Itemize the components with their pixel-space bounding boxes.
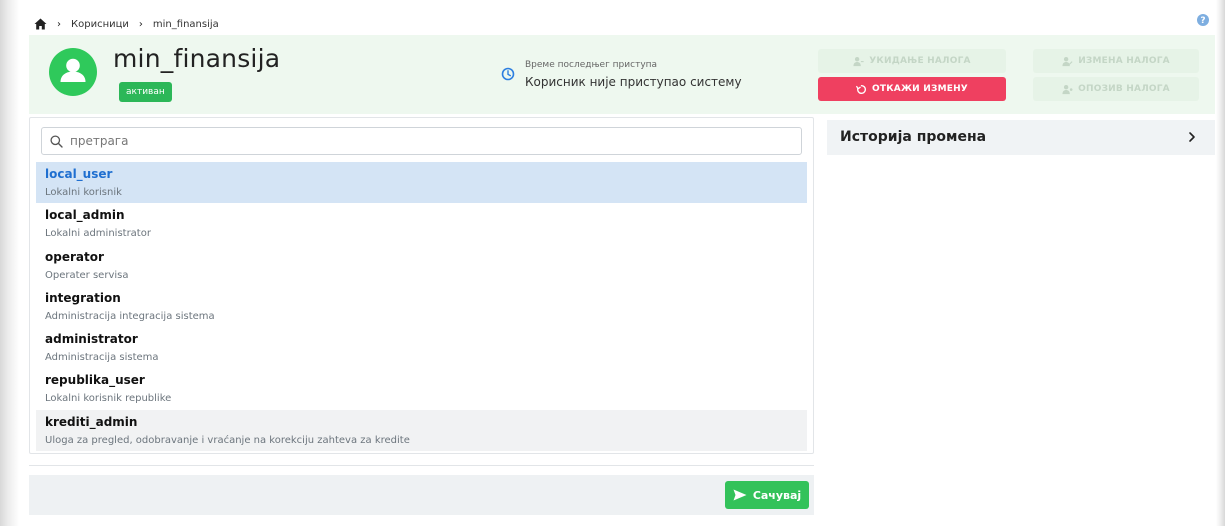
clock-icon <box>501 67 515 81</box>
user-edit-icon <box>1062 56 1073 66</box>
footer-bar: Сачувај <box>29 475 814 515</box>
cancel-account-button[interactable]: УКИДАЊЕ НАЛОГА <box>818 49 1006 73</box>
role-list: local_user Lokalni korisnik local_admin Lok… <box>36 162 807 452</box>
app-window: › Корисници › min_finansija ? min_finans… <box>0 0 1225 526</box>
svg-text:?: ? <box>1200 16 1205 26</box>
chevron-right-icon[interactable] <box>1187 131 1197 143</box>
undo-icon <box>856 84 867 94</box>
search-box[interactable] <box>41 127 802 155</box>
role-list-item[interactable]: republika_user Lokalni korisnik republike <box>36 368 807 409</box>
user-revoke-icon <box>1062 84 1073 94</box>
role-name: local_user <box>45 167 113 181</box>
breadcrumb-separator: › <box>138 18 143 30</box>
role-description: Operater servisa <box>45 269 129 281</box>
role-name: republika_user <box>45 373 145 388</box>
window-shadow-right <box>1216 0 1225 526</box>
role-list-item[interactable]: administrator Administracija sistema <box>36 327 807 368</box>
user-avatar <box>49 48 97 96</box>
role-description: Administracija sistema <box>45 352 159 364</box>
cancel-change-label: ОТКАЖИ ИЗМЕНУ <box>872 84 968 94</box>
search-icon <box>50 135 63 148</box>
role-description: Lokalni korisnik republike <box>45 393 172 405</box>
breadcrumb-users-link[interactable]: Корисници <box>71 19 129 30</box>
breadcrumb-separator: › <box>57 18 61 30</box>
status-badge: активан <box>119 82 172 102</box>
roles-panel: local_user Lokalni korisnik local_admin Lok… <box>29 117 814 454</box>
user-header: min_finansija активан Време последњег пр… <box>29 35 1215 114</box>
role-name: operator <box>45 249 104 264</box>
role-description: Lokalni korisnik <box>45 187 122 198</box>
role-name: local_admin <box>45 208 125 223</box>
last-access-value: Корисник није приступао систему <box>525 75 742 89</box>
history-title: Историја промена <box>840 129 987 145</box>
role-list-item[interactable]: local_admin Lokalni administrator <box>36 203 807 244</box>
history-panel[interactable]: Историја промена <box>827 120 1215 155</box>
role-list-item[interactable]: operator Operater servisa <box>36 245 807 286</box>
role-name: integration <box>45 290 121 305</box>
help-icon[interactable]: ? <box>1197 14 1209 26</box>
send-icon <box>733 489 747 501</box>
save-label: Сачувај <box>752 488 802 502</box>
role-list-item[interactable]: integration Administracija integracija si… <box>36 286 807 327</box>
breadcrumb-current: min_finansija <box>152 18 219 30</box>
role-name: administrator <box>45 332 138 347</box>
role-description: Lokalni administrator <box>45 228 151 240</box>
cancel-change-button[interactable]: ОТКАЖИ ИЗМЕНУ <box>818 77 1006 101</box>
search-input[interactable] <box>70 131 790 151</box>
role-description: Administracija integracija sistema <box>45 310 215 322</box>
window-shadow-left <box>0 0 19 526</box>
edit-account-label: ИЗМЕНА НАЛОГА <box>1078 56 1170 66</box>
edit-account-button[interactable]: ИЗМЕНА НАЛОГА <box>1033 49 1199 73</box>
revoke-account-label: ОПОЗИВ НАЛОГА <box>1078 84 1170 94</box>
breadcrumb: › Корисници › min_finansija <box>34 16 219 32</box>
user-avatar-icon <box>60 58 86 82</box>
last-access-label: Време последњег приступа <box>525 60 658 70</box>
user-name: min_finansija <box>113 44 281 73</box>
user-remove-icon <box>853 56 864 66</box>
role-list-item[interactable]: local_user Lokalni korisnik <box>36 162 807 204</box>
revoke-account-button[interactable]: ОПОЗИВ НАЛОГА <box>1033 77 1199 101</box>
footer-divider <box>29 465 814 466</box>
role-name: krediti_admin <box>45 414 138 429</box>
cancel-account-label: УКИДАЊЕ НАЛОГА <box>869 56 971 66</box>
role-description: Uloga za pregled, odobravanje i vraćanje… <box>45 434 410 446</box>
role-list-item[interactable]: krediti_admin Uloga za pregled, odobravan… <box>36 409 807 452</box>
home-icon[interactable] <box>34 18 47 30</box>
save-button[interactable]: Сачувај <box>725 481 809 509</box>
